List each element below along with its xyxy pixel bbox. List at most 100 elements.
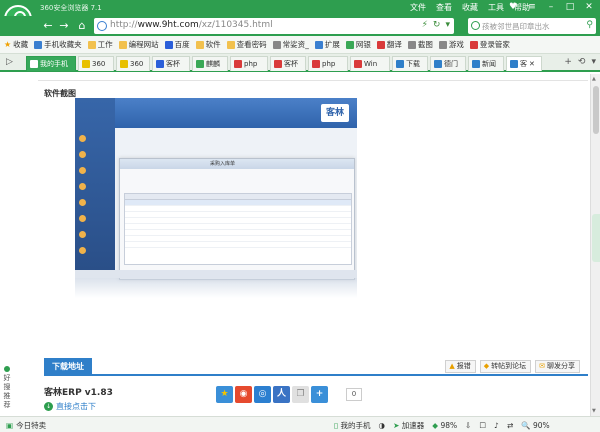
phone-icon: ▯ [334,421,339,430]
bookmark-extensions[interactable]: 扩展 [314,39,340,50]
share-icon: ✉ [539,362,545,370]
search-go-icon[interactable]: ⚲ [586,20,593,30]
screenshot-menu-item [79,148,111,161]
share-button[interactable]: ✉ 聊发分享 [535,360,580,373]
compat-icon[interactable]: ⚡ [422,20,428,30]
tab-download-address[interactable]: 下载地址 [44,358,92,376]
speed-icon[interactable]: ◑ [379,421,386,430]
dropdown-icon[interactable]: ▾ [445,20,450,30]
screenshot-menu-item [79,244,111,257]
bookmark-favorites[interactable]: ★ 收藏 [4,39,28,50]
speed-status[interactable]: ◆ 98% [432,421,457,430]
close-button[interactable]: ✕ [580,1,598,14]
url-text[interactable]: http://www.9ht.com/xz/110345.html [110,20,273,30]
translate-status-icon[interactable]: ⇄ [507,421,513,430]
tab-360-a[interactable]: 360 [78,56,114,71]
tab-list-icon[interactable]: ▾ [591,57,596,67]
my-phone-status[interactable]: ▯ 我的手机 [334,420,371,431]
download-icon[interactable]: ⇩ [465,421,471,430]
tab-kelin-b[interactable]: 客杯 [270,56,306,71]
screenshot-logo: 客林 [321,104,349,122]
weibo-icon[interactable]: ◉ [235,386,252,403]
zoom-status[interactable]: 🔍 90% [521,421,549,430]
star-icon: ★ [4,40,12,49]
bookmark-translate[interactable]: 翻译 [376,39,402,50]
screenshot-grid [124,193,352,265]
skin-icon[interactable]: ♥ [504,1,522,14]
menu-favorites[interactable]: 收藏 [462,2,478,13]
star-share-icon[interactable]: ★ [216,386,233,403]
screenshot-form [124,173,352,189]
screenshot-sidebar [75,98,115,270]
software-screenshot[interactable]: 客林 采购入库单 [75,98,357,298]
new-tab-icon[interactable]: + [564,57,572,67]
search-input[interactable]: 孩被邻世昌印章出水 [482,21,550,32]
close-tab-icon[interactable]: ✕ [529,60,535,68]
sound-icon[interactable]: ♪ [494,421,499,430]
tab-my-phone[interactable]: 我的手机 [26,56,76,71]
scrollbar-thumb[interactable] [593,86,599,134]
bookmark-bank[interactable]: 网银 [345,39,371,50]
minimize-button[interactable]: – [542,1,560,14]
forward-button[interactable]: → [56,18,72,34]
repost-forum-button[interactable]: ◆ 转帖到论坛 [479,360,532,373]
menu-icon[interactable]: ≡ [523,1,541,14]
site-icon [234,60,242,68]
home-icon[interactable]: ⌂ [74,18,90,34]
warning-icon: ▲ [449,362,455,370]
tab-bar: ▷ 我的手机 360 360 客杯 麒麟 php 客杯 php Win 下载 德… [0,54,600,72]
bookmark-baidu[interactable]: 百度 [164,39,190,50]
share-count: 0 [346,388,362,401]
menu-tools[interactable]: 工具 [488,2,504,13]
tab-current[interactable]: 客 ✕ [506,56,542,71]
tab-kelin-a[interactable]: 客杯 [152,56,190,71]
scroll-up-icon[interactable]: ▲ [592,76,596,82]
address-bar[interactable]: http://www.9ht.com/xz/110345.html ⚡ ↻ ▾ [94,18,454,34]
daily-deals[interactable]: ▣ 今日特卖 [6,420,46,431]
report-error-button[interactable]: ▲ 报错 [445,360,476,373]
window-controls: ♥ ≡ – □ ✕ [504,1,598,14]
bank-icon [345,40,354,49]
accelerator-button[interactable]: ➤ 加速器 [393,420,424,431]
tab-win[interactable]: Win [350,56,390,71]
tab-php-b[interactable]: php [308,56,348,71]
site-icon [434,60,442,68]
tab-php-a[interactable]: php [230,56,268,71]
restore-tab-icon[interactable]: ⟲ [578,57,586,67]
tab-qilin[interactable]: 麒麟 [192,56,228,71]
bookmark-common[interactable]: 常娑资_ [272,39,309,50]
search-box[interactable]: 孩被邻世昌印章出水 ⚲ [468,18,596,34]
menu-file[interactable]: 文件 [410,2,426,13]
divider [38,80,588,81]
tab-360-b[interactable]: 360 [116,56,150,71]
maximize-button[interactable]: □ [561,1,579,14]
bookmark-passwords[interactable]: 查看密码 [226,39,267,50]
tab-news[interactable]: 新闻 [468,56,504,71]
bookmark-screenshot[interactable]: 截图 [407,39,433,50]
scroll-down-icon[interactable]: ▼ [592,408,596,414]
copy-icon[interactable]: ❐ [292,386,309,403]
bookmark-login[interactable]: 登录管家 [469,39,510,50]
more-share-icon[interactable]: + [311,386,328,403]
direct-download-link[interactable]: ↓ 直接点击下 [44,401,96,412]
menu-view[interactable]: 查看 [436,2,452,13]
back-button[interactable]: ← [40,18,56,34]
bookmark-games[interactable]: 游戏 [438,39,464,50]
bookmark-work[interactable]: 工作 [87,39,113,50]
screenshot-menu-item [79,196,111,209]
task-icon[interactable]: ☐ [479,421,486,430]
recommend-sidebar[interactable]: 好搜推荐 [2,366,12,410]
direct-download-label: 直接点击下 [56,402,96,411]
tab-download[interactable]: 下载 [392,56,428,71]
tab-demen[interactable]: 德门 [430,56,466,71]
sidebar-toggle-icon[interactable]: ▷ [6,57,13,67]
title-bar: 360安全浏览器 7.1 文件 查看 收藏 工具 帮助 ♥ ≡ – □ ✕ [0,0,600,16]
bookmark-software[interactable]: 软件 [195,39,221,50]
bookmark-coding[interactable]: 编程网站 [118,39,159,50]
qzone-icon[interactable]: ◎ [254,386,271,403]
reload-icon[interactable]: ↻ [433,20,441,30]
renren-icon[interactable]: 人 [273,386,290,403]
side-panel-tab[interactable] [592,214,600,262]
bookmark-mobile[interactable]: 手机收藏夹 [34,39,82,50]
recommend-label: 好搜推荐 [3,374,11,409]
